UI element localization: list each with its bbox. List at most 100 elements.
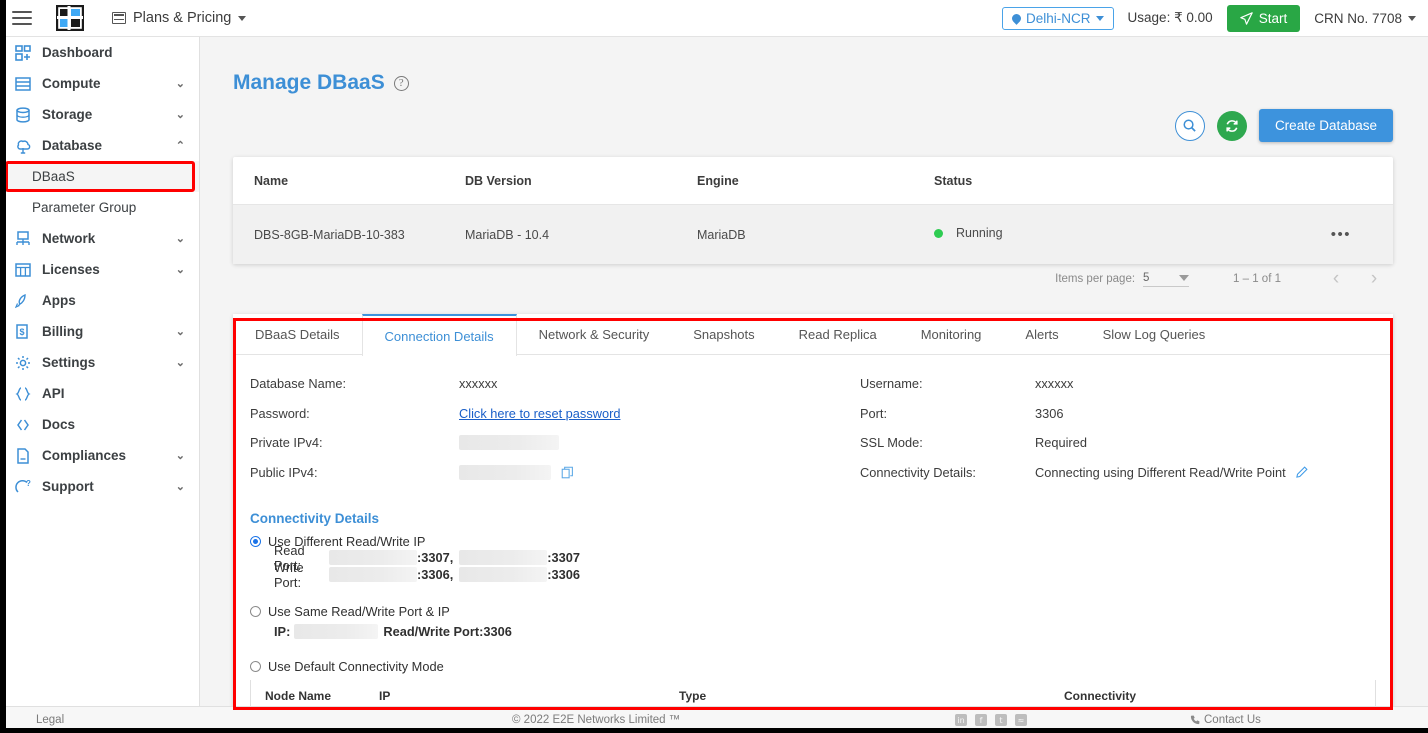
reset-password-link[interactable]: Click here to reset password xyxy=(459,406,620,421)
radio-button[interactable] xyxy=(250,661,261,672)
location-pin-icon xyxy=(1010,11,1023,25)
radio-button[interactable] xyxy=(250,536,261,547)
field-label: Connectivity Details: xyxy=(860,464,976,480)
main-content: Manage DBaaS ? Create Database Name DB V… xyxy=(200,37,1428,706)
compliances-icon xyxy=(14,447,31,464)
sidebar-item-parameter-group[interactable]: Parameter Group xyxy=(0,192,199,223)
paginator: Items per page: 5 1 – 1 of 1 ‹ › xyxy=(233,261,1393,297)
api-icon xyxy=(14,385,31,402)
rss-icon[interactable]: ≈ xyxy=(1015,714,1027,726)
field-label: Private IPv4: xyxy=(250,435,323,451)
radio-label: Use Default Connectivity Mode xyxy=(268,659,444,674)
sidebar-item-dbaas[interactable]: DBaaS xyxy=(0,161,199,192)
status-dot-icon xyxy=(934,229,943,239)
plans-and-pricing-menu[interactable]: Plans & Pricing xyxy=(112,10,247,26)
database-table: Name DB Version Engine Status DBS-8GB-Ma… xyxy=(233,157,1393,264)
field-public-ipv4: Public IPv4: xyxy=(250,458,813,488)
field-value: Required xyxy=(1035,435,1087,451)
sidebar-item-network[interactable]: Network ⌄ xyxy=(0,223,199,254)
database-list-card: Name DB Version Engine Status DBS-8GB-Ma… xyxy=(233,157,1393,264)
footer-contact-label: Contact Us xyxy=(1204,714,1261,726)
facebook-icon[interactable]: f xyxy=(975,714,987,726)
search-button[interactable] xyxy=(1174,110,1205,141)
sidebar-subitem-label: Parameter Group xyxy=(32,200,137,215)
tab-slow-log-queries[interactable]: Slow Log Queries xyxy=(1081,314,1228,354)
field-label: SSL Mode: xyxy=(860,435,923,451)
sidebar-item-docs[interactable]: Docs xyxy=(0,409,199,440)
sidebar-item-compliances[interactable]: Compliances ⌄ xyxy=(0,440,199,471)
connection-fields: Database Name: xxxxxx Password: Click he… xyxy=(233,369,1393,487)
tab-read-replica[interactable]: Read Replica xyxy=(777,314,899,354)
redacted-value xyxy=(459,464,551,480)
more-options-icon[interactable]: ••• xyxy=(1331,226,1351,243)
radio-use-same-rw-port-ip[interactable]: Use Same Read/Write Port & IP xyxy=(250,604,1393,619)
write-port-line: Write Port: :3306, :3306 xyxy=(274,560,1393,590)
items-per-page-select[interactable]: 5 xyxy=(1143,271,1190,287)
radio-button[interactable] xyxy=(250,606,261,617)
crn-menu[interactable]: CRN No. 7708 xyxy=(1314,11,1416,26)
footer-copyright: © 2022 E2E Networks Limited ™ xyxy=(512,714,681,726)
sidebar-item-label: Storage xyxy=(42,107,93,122)
tab-alerts[interactable]: Alerts xyxy=(1003,314,1080,354)
sidebar-item-label: Licenses xyxy=(42,262,100,277)
node-table-wrapper: Node Name IP Type Connectivity Master xyxy=(250,680,1376,706)
linkedin-icon[interactable]: in xyxy=(955,714,967,726)
field-value: xxxxxx xyxy=(459,376,498,392)
footer-legal-link[interactable]: Legal xyxy=(36,714,64,726)
radio-use-different-rw-ip[interactable]: Use Different Read/Write IP xyxy=(250,534,1393,549)
twitter-icon[interactable]: t xyxy=(995,714,1007,726)
field-connectivity-details: Connectivity Details: Connecting using D… xyxy=(860,458,1393,488)
copy-icon[interactable] xyxy=(561,466,574,479)
settings-icon xyxy=(14,354,31,371)
question-mark-icon[interactable]: ? xyxy=(393,75,409,91)
sidebar-item-support[interactable]: ? Support ⌄ xyxy=(0,471,199,502)
region-selector[interactable]: Delhi-NCR xyxy=(1002,6,1114,30)
plans-label: Plans & Pricing xyxy=(133,10,232,26)
start-button[interactable]: Start xyxy=(1226,4,1301,32)
tab-monitoring[interactable]: Monitoring xyxy=(899,314,1004,354)
chevron-down-icon: ⌄ xyxy=(175,326,185,338)
sidebar-item-storage[interactable]: Storage ⌄ xyxy=(0,99,199,130)
window-bottom-edge xyxy=(0,728,1428,733)
field-label: Database Name: xyxy=(250,376,347,392)
start-label: Start xyxy=(1258,10,1288,26)
sidebar-item-apps[interactable]: Apps xyxy=(0,285,199,316)
sidebar-item-licenses[interactable]: Licenses ⌄ xyxy=(0,254,199,285)
items-per-page-value: 5 xyxy=(1143,271,1150,284)
tab-network-security[interactable]: Network & Security xyxy=(517,314,672,354)
docs-icon xyxy=(14,416,31,433)
write-port-value-1: :3306, xyxy=(417,567,454,582)
e2e-networks-logo[interactable] xyxy=(52,4,88,32)
tab-dbaas-details[interactable]: DBaaS Details xyxy=(233,314,362,354)
tab-snapshots[interactable]: Snapshots xyxy=(671,314,776,354)
same-ip-line: IP: Read/Write Port:3306 xyxy=(274,623,1393,640)
sidebar-item-api[interactable]: API xyxy=(0,378,199,409)
previous-page-button[interactable]: ‹ xyxy=(1317,268,1355,290)
connectivity-details-heading: Connectivity Details xyxy=(250,511,380,526)
page-title: Manage DBaaS ? xyxy=(233,71,1428,95)
redacted-value xyxy=(459,435,559,451)
hamburger-icon[interactable] xyxy=(0,11,44,25)
pencil-icon[interactable] xyxy=(1295,466,1308,479)
footer-contact-us[interactable]: Contact Us xyxy=(1190,714,1261,726)
redacted-value xyxy=(459,550,548,565)
table-row[interactable]: DBS-8GB-MariaDB-10-383 MariaDB - 10.4 Ma… xyxy=(233,204,1393,264)
radio-use-default-connectivity[interactable]: Use Default Connectivity Mode xyxy=(250,659,1393,674)
create-database-button[interactable]: Create Database xyxy=(1258,109,1393,142)
refresh-button[interactable] xyxy=(1216,110,1247,141)
search-icon xyxy=(1183,119,1197,132)
sidebar-item-settings[interactable]: Settings ⌄ xyxy=(0,347,199,378)
column-header-engine: Engine xyxy=(697,157,934,205)
sidebar-item-label: Docs xyxy=(42,417,76,432)
refresh-icon xyxy=(1226,119,1238,132)
tab-connection-details[interactable]: Connection Details xyxy=(361,314,517,356)
sidebar-item-compute[interactable]: Compute ⌄ xyxy=(0,68,199,99)
field-value: xxxxxx xyxy=(1035,376,1074,392)
next-page-button[interactable]: › xyxy=(1355,268,1393,290)
sidebar-item-database[interactable]: Database ⌃ xyxy=(0,130,199,161)
top-bar-right: Delhi-NCR Usage: ₹ 0.00 Start CRN No. 77… xyxy=(1002,4,1428,32)
crn-label: CRN No. 7708 xyxy=(1314,10,1402,26)
sidebar-item-billing[interactable]: $ Billing ⌄ xyxy=(0,316,199,347)
sidebar-item-dashboard[interactable]: Dashboard xyxy=(0,37,199,68)
page-title-text: Manage DBaaS xyxy=(233,71,385,94)
